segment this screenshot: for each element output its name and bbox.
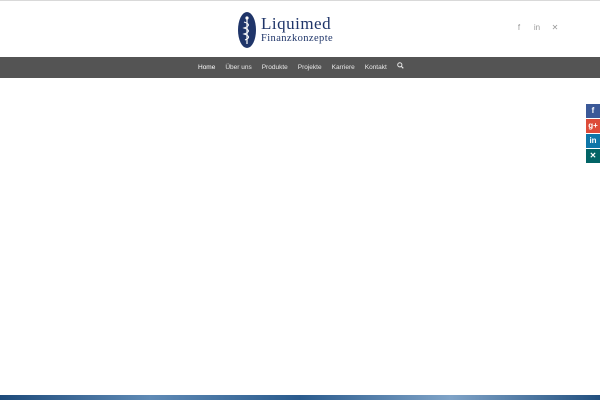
nav-item-kontakt[interactable]: Kontakt — [360, 57, 392, 78]
share-sidebar: f g+ in ✕ — [586, 104, 600, 164]
nav-item-home[interactable]: Home — [193, 57, 221, 80]
site-header: Liquimed Finanzkonzepte f in ✕ — [0, 1, 600, 56]
header-social-links: f in ✕ — [514, 23, 560, 33]
nav-menu: Home Über uns Produkte Projekte Karriere… — [193, 57, 409, 80]
facebook-icon[interactable]: f — [514, 23, 524, 33]
brand-text: Liquimed Finanzkonzepte — [261, 15, 333, 45]
main-content-area — [0, 78, 600, 394]
nav-item-produkte[interactable]: Produkte — [257, 57, 293, 78]
caduceus-logo-icon — [238, 12, 256, 48]
xing-icon[interactable]: ✕ — [586, 149, 600, 163]
xing-icon[interactable]: ✕ — [550, 23, 560, 33]
nav-item-projekte[interactable]: Projekte — [293, 57, 327, 78]
brand-logo[interactable]: Liquimed Finanzkonzepte — [237, 9, 333, 51]
search-icon[interactable] — [392, 57, 409, 78]
nav-item-ueber-uns[interactable]: Über uns — [220, 57, 256, 78]
google-plus-icon[interactable]: g+ — [586, 119, 600, 133]
linkedin-icon[interactable]: in — [532, 23, 542, 33]
brand-name: Liquimed — [261, 14, 332, 33]
main-navigation: Home Über uns Produkte Projekte Karriere… — [0, 57, 600, 80]
linkedin-icon[interactable]: in — [586, 134, 600, 148]
nav-item-karriere[interactable]: Karriere — [327, 57, 360, 78]
hero-image-strip — [0, 395, 600, 400]
brand-subtitle: Finanzkonzepte — [261, 33, 334, 44]
facebook-icon[interactable]: f — [586, 104, 600, 118]
